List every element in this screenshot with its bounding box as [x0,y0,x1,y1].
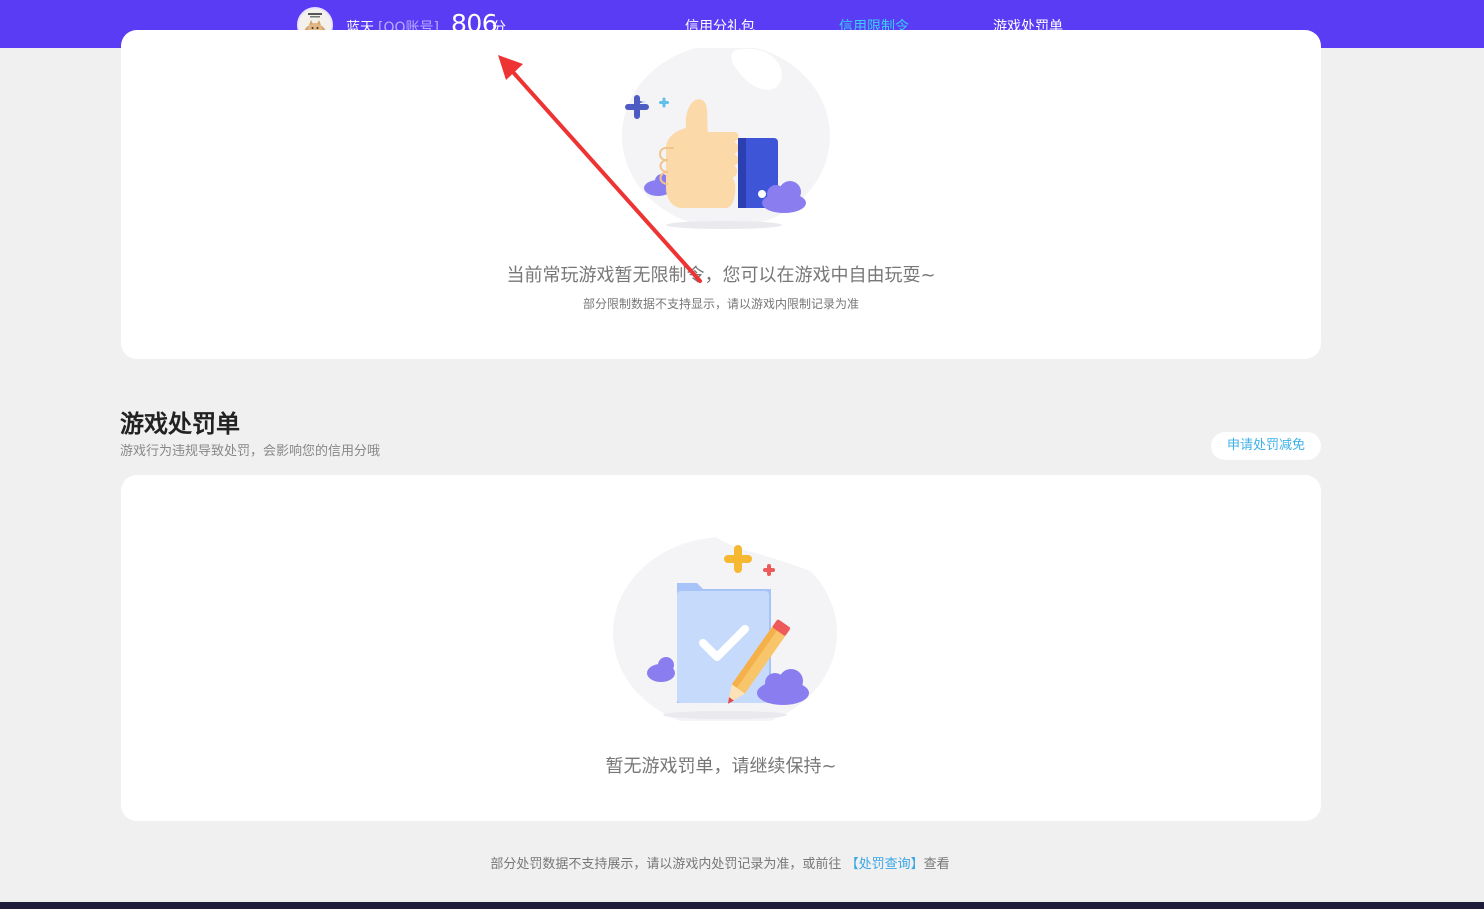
penalty-empty-title: 暂无游戏罚单，请继续保持~ [605,756,837,777]
restriction-empty-title: 当前常玩游戏暂无限制令，您可以在游戏中自由玩耍~ [506,265,936,286]
footer-note-prefix: 部分处罚数据不支持展示，请以游戏内处罚记录为准，或前往 [490,857,842,872]
apply-penalty-reduction-button[interactable]: 申请处罚减免 [1211,432,1321,460]
footer-note: 部分处罚数据不支持展示，请以游戏内处罚记录为准，或前往 【处罚查询】查看 [0,853,1440,872]
thumbs-up-icon [622,48,830,229]
bottom-bar [0,902,1484,909]
footer-note-suffix: 查看 [923,857,950,872]
checklist-pencil-icon [613,527,837,721]
penalty-query-link[interactable]: 【处罚查询】 [846,857,924,872]
page: 蓝天 [QQ账号] 806 分 信用分礼包 信用限制令 游戏处罚单 当前常玩游戏… [0,0,1484,909]
penalty-card: 暂无游戏罚单，请继续保持~ [121,475,1321,821]
restriction-empty-note: 部分限制数据不支持显示，请以游戏内限制记录为准 [582,297,859,311]
penalty-section-title: 游戏处罚单 [120,410,240,438]
restriction-card: 当前常玩游戏暂无限制令，您可以在游戏中自由玩耍~ 部分限制数据不支持显示，请以游… [121,30,1321,359]
penalty-section-subtitle: 游戏行为违规导致处罚，会影响您的信用分哦 [120,444,381,459]
